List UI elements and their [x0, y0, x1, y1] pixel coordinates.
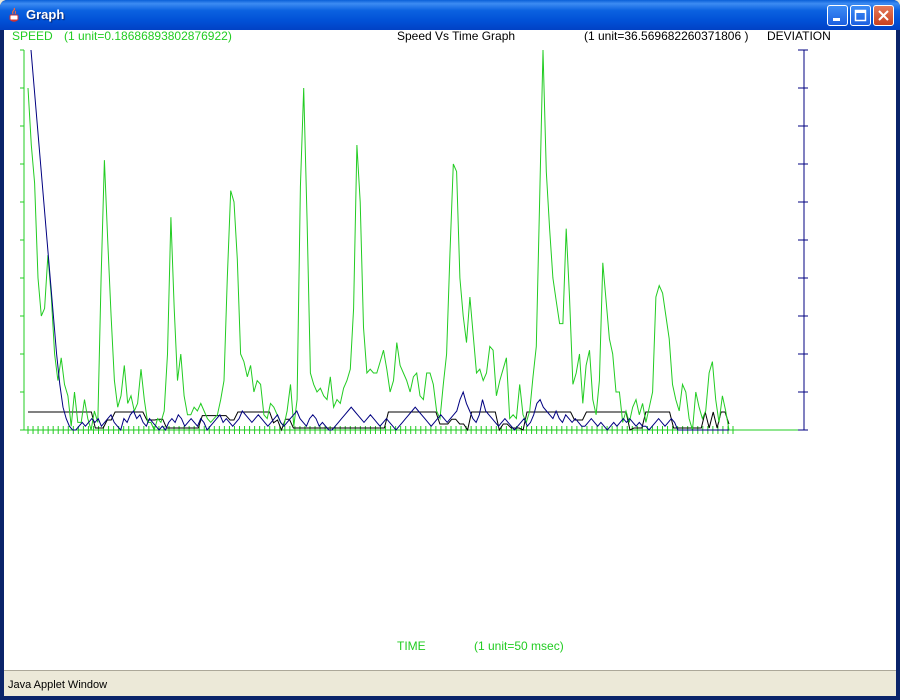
minimize-icon — [833, 18, 840, 21]
time-axis-label: TIME — [397, 639, 426, 653]
maximize-button[interactable] — [850, 5, 871, 26]
close-icon — [878, 10, 889, 21]
black-step-series — [28, 411, 730, 432]
close-button[interactable] — [873, 5, 894, 26]
graph-window: Graph SPEED (1 unit=0.18686893802876922)… — [0, 0, 900, 700]
speed-time-plot — [20, 49, 808, 434]
window-title: Graph — [26, 7, 65, 22]
time-unit-label: (1 unit=50 msec) — [474, 639, 564, 653]
minimize-button[interactable] — [827, 5, 848, 26]
java-icon — [9, 7, 19, 22]
maximize-icon — [854, 9, 867, 22]
title-bar[interactable]: Graph — [0, 0, 900, 30]
status-text: Java Applet Window — [8, 679, 108, 691]
series-group — [27, 49, 730, 432]
status-bar: Java Applet Window — [4, 670, 896, 696]
deviation-series — [30, 49, 729, 432]
speed-series — [27, 49, 730, 432]
graph-canvas: SPEED (1 unit=0.18686893802876922) Speed… — [4, 29, 896, 670]
